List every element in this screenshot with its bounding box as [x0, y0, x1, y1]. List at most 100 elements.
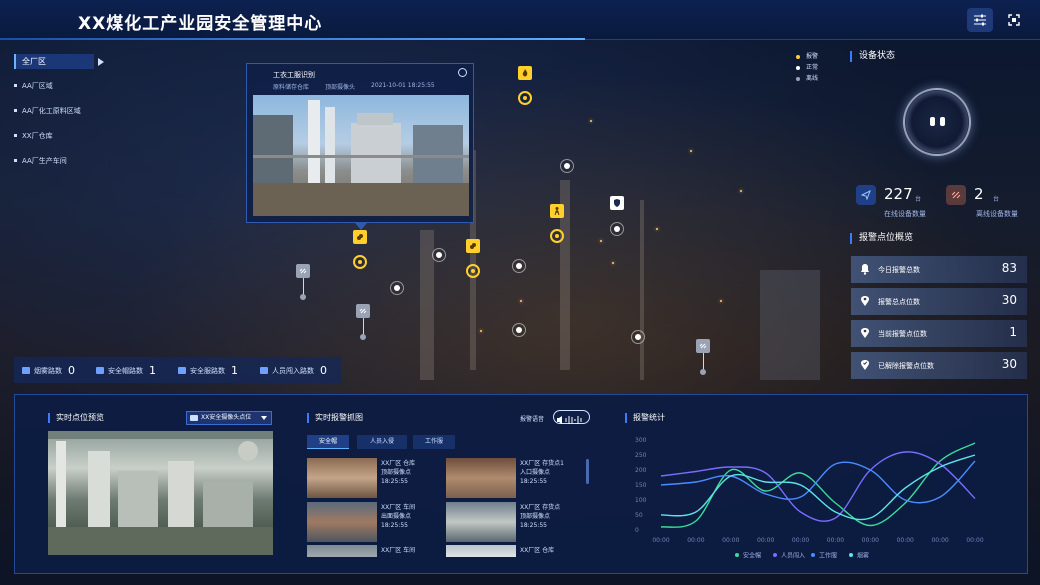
- snapshot-time: 18:25:55: [520, 522, 547, 529]
- link-icon: [296, 264, 310, 278]
- plant-light: [740, 190, 742, 192]
- alarm-row-value: 30: [1001, 357, 1017, 371]
- voice-label: 报警语音: [520, 416, 545, 423]
- snapshot-image[interactable]: [446, 502, 516, 542]
- legend-marker: [773, 553, 777, 557]
- plant-light: [520, 300, 522, 302]
- popup-camera-image: [253, 95, 469, 216]
- snapshot-scrollbar[interactable]: [586, 459, 589, 484]
- dial-indicator: [930, 117, 935, 126]
- snapshot-image[interactable]: [307, 502, 377, 542]
- alarm-row-label: 已解除报警点位数: [878, 362, 934, 370]
- offline-label: 离线设备数量: [976, 210, 1018, 218]
- snapshot-info: XX厂区 存货点1 入口摄像点 18:25:55: [520, 459, 564, 486]
- count-label: 安全帽路数: [108, 367, 143, 375]
- alarm-row: 当前报警点位数 1: [851, 320, 1027, 347]
- tab-uniform[interactable]: 工作服: [413, 435, 455, 449]
- plant-light: [480, 330, 482, 332]
- count-label: 安全服路数: [190, 367, 225, 375]
- snapshot-image[interactable]: [446, 458, 516, 498]
- y-tick-label: 0: [635, 527, 639, 534]
- series-line: [660, 442, 976, 528]
- offline-count: 2: [974, 185, 984, 203]
- snapshot-image[interactable]: [307, 545, 377, 557]
- person-icon: [260, 367, 268, 374]
- smoke-icon: [22, 367, 30, 374]
- x-tick-label: 00:00: [792, 537, 809, 544]
- area-menu: 全厂区 AA厂区域 AA厂化工原料区域 XX厂仓库 AA厂生产车间: [14, 54, 104, 169]
- popup-title: 工衣工服识别: [273, 71, 315, 79]
- legend-item: 正常: [796, 62, 818, 73]
- link-icon: [696, 339, 710, 353]
- x-tick-label: 00:00: [897, 537, 914, 544]
- count-uniform: 安全服路数 1: [178, 364, 238, 377]
- snapshot-location: XX厂区 车间: [381, 504, 416, 511]
- shield-icon: [610, 196, 624, 210]
- normal-dot[interactable]: [512, 259, 526, 273]
- link-broken-icon: [946, 185, 966, 205]
- alarm-row-value: 83: [1001, 261, 1017, 275]
- alarm-bell-icon: [861, 264, 869, 275]
- offline-dot-icon: [796, 76, 800, 81]
- legend-label: 人员闯入: [781, 552, 805, 560]
- count-value: 0: [320, 364, 327, 377]
- plant-light: [656, 228, 658, 230]
- normal-dot[interactable]: [512, 323, 526, 337]
- menu-item[interactable]: AA厂区域: [14, 79, 94, 94]
- x-tick-label: 00:00: [757, 537, 774, 544]
- online-label: 在线设备数量: [884, 210, 926, 218]
- popup-close-icon[interactable]: [458, 68, 467, 77]
- fullscreen-button[interactable]: [1001, 8, 1027, 32]
- alarm-ring: [466, 264, 480, 278]
- plant-light: [612, 262, 614, 264]
- tab-helmet[interactable]: 安全帽: [307, 435, 349, 449]
- smoke-icon: [466, 239, 480, 253]
- menu-item[interactable]: AA厂化工原料区域: [14, 104, 94, 119]
- alarm-row-label: 当前报警点位数: [878, 330, 927, 338]
- marker-dot: [360, 334, 366, 340]
- legend-marker: [849, 553, 853, 557]
- normal-dot[interactable]: [560, 159, 574, 173]
- normal-dot[interactable]: [631, 330, 645, 344]
- normal-dot[interactable]: [432, 248, 446, 262]
- legend-label: 烟雾: [857, 552, 869, 560]
- snapshot-camera: 出面摄像点: [381, 513, 412, 520]
- plant-light: [590, 120, 592, 122]
- legend-item: 报警: [796, 51, 818, 62]
- tab-intrusion[interactable]: 人员入侵: [357, 435, 407, 449]
- normal-dot: [610, 222, 624, 236]
- alarm-row-label: 今日报警总数: [878, 266, 920, 274]
- menu-item-selected[interactable]: 全厂区: [14, 54, 104, 69]
- alarm-row-value: 30: [1001, 293, 1017, 307]
- x-tick-label: 00:00: [862, 537, 879, 544]
- camera-icon: [190, 415, 198, 421]
- alarm-row: 报警总点位数 30: [851, 288, 1027, 315]
- count-value: 0: [68, 364, 75, 377]
- alarm-row-value: 1: [1009, 325, 1017, 339]
- voice-toggle[interactable]: [553, 410, 590, 424]
- normal-dot[interactable]: [390, 281, 404, 295]
- online-unit: 台: [915, 196, 922, 203]
- dial-indicator: [940, 117, 945, 126]
- snapshot-location: XX厂区 存货点1: [520, 460, 564, 467]
- camera-select[interactable]: XX安全摄像头点位: [186, 411, 272, 425]
- factory-photo-icon: [48, 431, 273, 555]
- snapshot-image[interactable]: [446, 545, 516, 557]
- alarm-overview-title: 报警点位概览: [850, 233, 913, 244]
- alarm-row: 今日报警总数 83: [851, 256, 1027, 283]
- camera-popup: 工衣工服识别 原料储存仓库 顶部摄像头 2021-10-01 18:25:55: [246, 63, 475, 460]
- link-icon: [356, 304, 370, 318]
- legend-label: 工作服: [819, 552, 837, 560]
- settings-button[interactable]: [967, 8, 993, 32]
- live-camera-view: [48, 431, 273, 555]
- snapshot-info: XX厂区 仓库 顶部摄像点 18:25:55: [381, 459, 415, 486]
- menu-item[interactable]: XX厂仓库: [14, 129, 94, 144]
- snapshot-image[interactable]: [307, 458, 377, 498]
- sliders-icon: [974, 14, 986, 26]
- menu-item[interactable]: AA厂生产车间: [14, 154, 94, 169]
- header-accent-line: [0, 38, 585, 40]
- series-line: [660, 451, 976, 522]
- person-icon: [550, 204, 564, 218]
- smoke-icon: [353, 230, 367, 244]
- snapshot-time: 18:25:55: [381, 478, 408, 485]
